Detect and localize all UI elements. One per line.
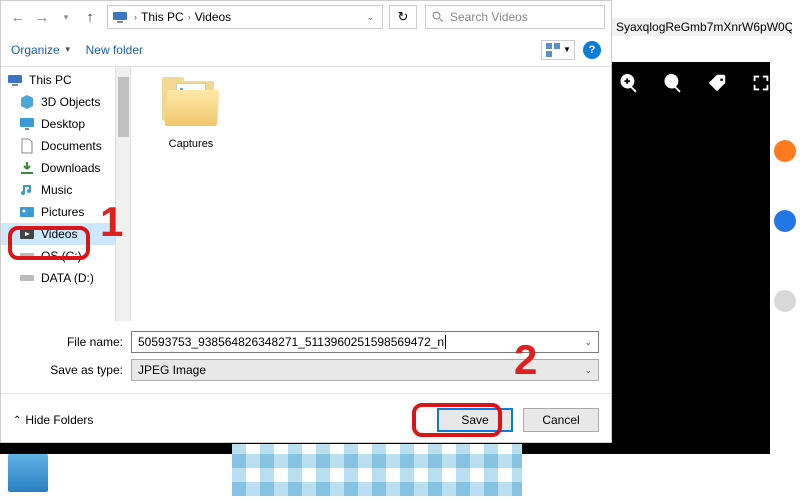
forward-button: → [31,6,53,28]
up-button[interactable]: ↑ [79,6,101,28]
sidebar-item-desktop[interactable]: Desktop [1,113,130,135]
annotation-highlight-2 [412,403,502,437]
breadcrumb[interactable]: › This PC › Videos ⌄ [107,5,383,29]
search-icon [432,11,444,23]
search-input[interactable]: Search Videos [425,5,605,29]
filename-label: File name: [13,335,131,349]
reaction-badge [774,210,796,232]
document-icon [19,138,35,154]
type-label: Save as type: [13,363,131,377]
zoom-in-icon[interactable] [618,72,640,99]
recent-dropdown[interactable]: ▾ [55,6,77,28]
breadcrumb-part[interactable]: This PC [139,10,186,24]
breadcrumb-part[interactable]: Videos [193,10,233,24]
sidebar-item-data-drive[interactable]: DATA (D:) [1,267,130,289]
back-button[interactable]: ← [7,6,29,28]
tag-icon[interactable] [706,72,728,99]
sidebar-item-downloads[interactable]: Downloads [1,157,130,179]
cube-icon [19,94,35,110]
desktop-icon [19,116,35,132]
annotation-label-1: 1 [100,198,123,246]
sidebar-item-documents[interactable]: Documents [1,135,130,157]
reaction-badge [774,290,796,312]
sidebar: This PC 3D Objects Desktop Documents Dow… [1,67,131,321]
thumbnail-strip [8,454,48,492]
scrollbar[interactable] [115,67,130,321]
zoom-out-icon[interactable] [662,72,684,99]
reaction-badge [774,140,796,162]
help-button[interactable]: ? [583,41,601,59]
music-icon [19,182,35,198]
pc-icon [7,72,23,88]
pc-icon [112,9,128,25]
view-mode-button[interactable]: ▼ [541,40,575,60]
folder-icon [156,77,226,132]
annotation-highlight-1 [8,226,90,260]
sidebar-item-this-pc[interactable]: This PC [1,69,130,91]
picture-icon [19,204,35,220]
download-icon [19,160,35,176]
hide-folders-button[interactable]: ⌃Hide Folders [13,413,93,427]
drive-icon [19,270,35,286]
organize-menu[interactable]: Organize▼ [11,43,72,57]
fullscreen-icon[interactable] [750,72,772,99]
file-list[interactable]: Captures [131,67,611,321]
background-pattern [232,444,522,496]
chevron-down-icon[interactable]: ⌄ [362,12,378,23]
folder-label: Captures [141,138,241,150]
sidebar-item-3d-objects[interactable]: 3D Objects [1,91,130,113]
refresh-button[interactable]: ↻ [389,5,417,29]
folder-item[interactable]: Captures [141,77,241,150]
url-fragment: SyaxqlogReGmb7mXnrW6pW0QVCX [612,18,792,36]
annotation-label-2: 2 [514,336,537,384]
cancel-button[interactable]: Cancel [523,408,599,432]
new-folder-button[interactable]: New folder [86,43,143,57]
